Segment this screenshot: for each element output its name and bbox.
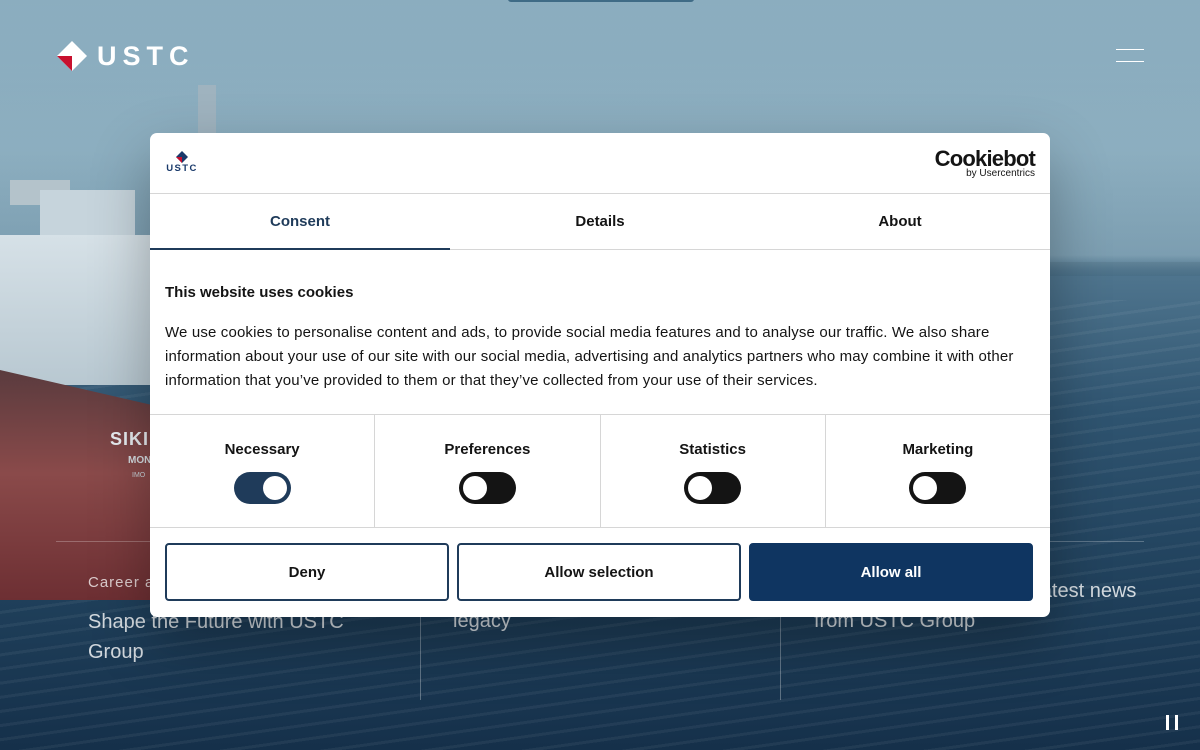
necessary-toggle[interactable] [233, 472, 291, 504]
cookie-consent-dialog: USTC Cookiebot by Usercentrics Consent D… [150, 133, 1050, 617]
dialog-brand-logo: USTC [164, 151, 200, 177]
dialog-brand-text: USTC [166, 163, 198, 174]
consent-description: We use cookies to personalise content an… [165, 324, 1014, 389]
dialog-header: USTC Cookiebot by Usercentrics [150, 133, 1050, 194]
consent-categories: Necessary Preferences Statistics Marketi… [150, 414, 1050, 528]
consent-actions: Deny Allow selection Allow all [165, 543, 1033, 601]
preferences-toggle[interactable] [458, 472, 516, 504]
category-preferences: Preferences [375, 415, 601, 527]
consent-body: This website uses cookies We use cookies… [150, 250, 1050, 414]
allow-selection-button[interactable]: Allow selection [457, 543, 741, 601]
cookiebot-logo-link[interactable]: Cookiebot by Usercentrics [935, 147, 1036, 180]
tab-about[interactable]: About [750, 194, 1050, 249]
category-marketing: Marketing [826, 415, 1050, 527]
tab-consent[interactable]: Consent [150, 194, 450, 250]
toggle-knob [462, 476, 487, 500]
category-label: Preferences [444, 441, 531, 458]
consent-heading: This website uses cookies [165, 284, 354, 301]
category-label: Statistics [679, 441, 746, 458]
deny-button[interactable]: Deny [165, 543, 449, 601]
toggle-knob [688, 476, 713, 500]
category-statistics: Statistics [601, 415, 826, 527]
tab-details[interactable]: Details [450, 194, 750, 249]
ustc-logo-icon [176, 151, 188, 163]
category-necessary: Necessary [150, 415, 376, 527]
toggle-knob [262, 476, 287, 500]
category-label: Marketing [902, 441, 974, 458]
toggle-knob [913, 476, 938, 500]
marketing-toggle[interactable] [909, 472, 967, 504]
allow-all-button[interactable]: Allow all [749, 543, 1033, 601]
category-label: Necessary [224, 441, 300, 458]
statistics-toggle[interactable] [684, 472, 742, 504]
dialog-tabs: Consent Details About [150, 194, 1050, 250]
